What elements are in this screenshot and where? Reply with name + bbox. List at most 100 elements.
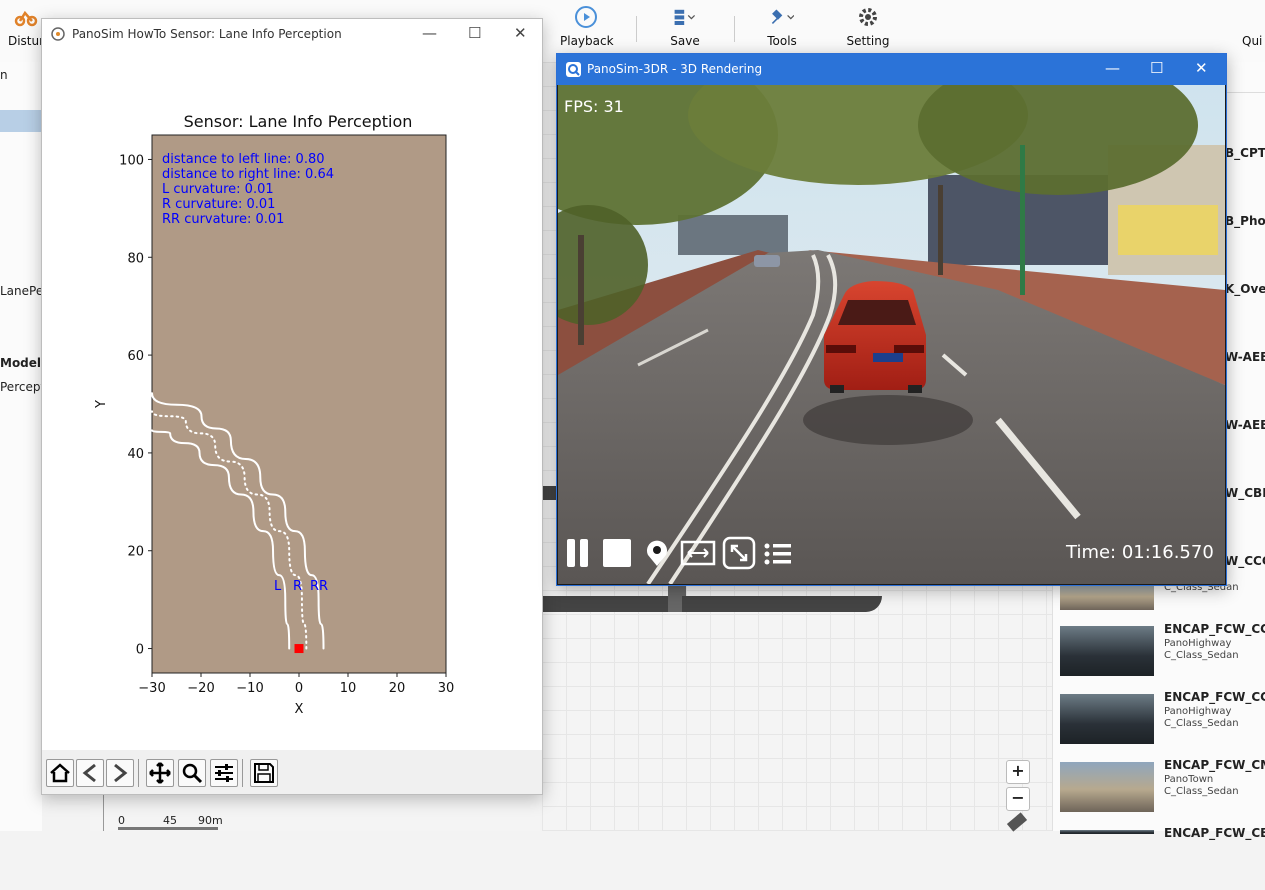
widescreen-icon: [680, 540, 716, 566]
playback-label: Playback: [560, 34, 614, 48]
fullscreen-button[interactable]: [722, 536, 756, 570]
scenario-thumbnail: [1060, 694, 1154, 744]
scenario-map: PanoTown: [1164, 774, 1214, 785]
driving-scene: [558, 85, 1225, 584]
quick-label: Qui: [1242, 34, 1263, 48]
scenario-truncated[interactable]: B_CPTA: [1225, 146, 1265, 160]
plot-window-title: PanoSim HowTo Sensor: Lane Info Percepti…: [72, 27, 342, 41]
fps-counter: FPS: 31: [564, 97, 624, 116]
toolbar-divider: [636, 16, 637, 42]
maximize-button[interactable]: ☐: [468, 24, 481, 42]
tools-button[interactable]: Tools: [756, 4, 808, 48]
location-button[interactable]: [644, 538, 670, 568]
distant-car: [754, 255, 780, 267]
zoom-out-button[interactable]: −: [1006, 787, 1030, 811]
left-panel-item[interactable]: n: [0, 68, 8, 82]
scenario-truncated[interactable]: W_CBL: [1225, 486, 1265, 500]
scenario-name: ENCAP_FCW_CMI: [1164, 758, 1265, 772]
chart-title: Sensor: Lane Info Perception: [184, 112, 413, 131]
toolbar-separator: [138, 759, 139, 787]
scale-area: 0 45 90m: [90, 793, 540, 831]
scenario-truncated[interactable]: W-AEB: [1225, 350, 1265, 364]
sliders-icon: [215, 764, 233, 782]
tree-trunk: [938, 185, 943, 275]
location-pin-icon: [647, 540, 667, 566]
scale-bar: [118, 827, 218, 830]
render-window: PanoSim-3DR - 3D Rendering — ☐ ✕ FPS: 31…: [556, 53, 1227, 586]
road-segment: [542, 596, 672, 612]
y-tick-label: 60: [127, 349, 144, 364]
pause-icon: [567, 539, 588, 567]
info-line: R curvature: 0.01: [162, 197, 275, 212]
disturbance-button[interactable]: Distur: [6, 4, 46, 48]
save-figure-button[interactable]: [250, 759, 278, 787]
x-tick-label: 20: [389, 681, 406, 696]
close-button[interactable]: ✕: [1195, 59, 1208, 77]
playback-button[interactable]: Playback: [560, 4, 614, 48]
save-button[interactable]: Save: [660, 4, 710, 48]
stop-button[interactable]: [602, 538, 632, 568]
lane-label-l: L: [274, 579, 282, 594]
road-segment: [682, 596, 882, 612]
y-tick-labels: 0 20 40 60 80 100: [119, 153, 152, 658]
database-icon: [674, 9, 696, 25]
scenario-truncated[interactable]: W-AEB: [1225, 418, 1265, 432]
plot-window: PanoSim HowTo Sensor: Lane Info Percepti…: [41, 18, 543, 795]
tree-trunk: [578, 235, 584, 345]
setting-label: Setting: [846, 34, 890, 48]
y-tick-label: 80: [127, 251, 144, 266]
configure-button[interactable]: [210, 759, 238, 787]
x-tick-label: −20: [187, 681, 214, 696]
lane-plot[interactable]: Sensor: Lane Info Perception distance to…: [42, 51, 542, 750]
scenario-item[interactable]: ENCAP_FCW_CMI PanoTown C_Class_Sedan: [1053, 756, 1265, 824]
menu-button[interactable]: [764, 542, 792, 566]
fullscreen-icon: [722, 536, 756, 570]
x-axis-label: X: [295, 702, 304, 717]
forward-button[interactable]: [106, 759, 134, 787]
pan-button[interactable]: [146, 759, 174, 787]
3d-viewport[interactable]: FPS: 31 Time: 01:16.570: [558, 85, 1225, 584]
playback-icon: [575, 6, 597, 28]
info-line: RR curvature: 0.01: [162, 212, 284, 227]
scenario-item[interactable]: ENCAP_FCW_CCR PanoHighway C_Class_Sedan: [1053, 620, 1265, 688]
y-tick-label: 100: [119, 153, 144, 168]
scenario-truncated[interactable]: B_Phos: [1225, 214, 1265, 228]
plot-window-titlebar[interactable]: PanoSim HowTo Sensor: Lane Info Percepti…: [42, 19, 542, 51]
x-tick-label: −10: [236, 681, 263, 696]
pause-button[interactable]: [566, 538, 590, 568]
home-button[interactable]: [46, 759, 74, 787]
disturbance-label: Distur: [7, 34, 45, 48]
scale-zero: 0: [118, 814, 125, 827]
scenario-item[interactable]: ENCAP_FCW_CBL: [1053, 822, 1265, 890]
scale-end: 90m: [198, 814, 223, 827]
left-panel-selected-item[interactable]: [0, 110, 42, 132]
scenario-name: ENCAP_FCW_CBL: [1164, 826, 1265, 840]
zoom-button[interactable]: [178, 759, 206, 787]
y-tick-label: 20: [127, 545, 144, 560]
minimize-button[interactable]: —: [422, 24, 437, 42]
x-tick-labels: −30 −20 −10 0 10 20 30: [138, 673, 454, 696]
close-button[interactable]: ✕: [514, 24, 527, 42]
maximize-button[interactable]: ☐: [1150, 59, 1163, 77]
x-tick-label: −30: [138, 681, 165, 696]
minimize-button[interactable]: —: [1105, 59, 1120, 77]
panosim-icon: [566, 62, 581, 77]
back-button[interactable]: [76, 759, 104, 787]
left-panel-item[interactable]: Percept: [0, 380, 45, 394]
render-window-titlebar[interactable]: PanoSim-3DR - 3D Rendering — ☐ ✕: [557, 54, 1226, 85]
lane-label-r: R: [293, 579, 302, 594]
scenario-item[interactable]: ENCAP_FCW_CCR PanoHighway C_Class_Sedan: [1053, 688, 1265, 756]
setting-button[interactable]: Setting: [842, 4, 894, 48]
list-icon: [764, 543, 791, 565]
car-rear-window: [838, 300, 916, 325]
scenario-map: PanoHighway: [1164, 638, 1232, 649]
tools-icon: [771, 9, 794, 24]
scenario-truncated[interactable]: K_Over: [1225, 282, 1265, 296]
gear-icon: [859, 8, 877, 26]
camera-view-button[interactable]: [680, 540, 716, 566]
zoom-in-button[interactable]: +: [1006, 760, 1030, 784]
render-window-title: PanoSim-3DR - 3D Rendering: [587, 62, 763, 76]
quick-button[interactable]: Qui: [1242, 34, 1265, 48]
ruler-icon[interactable]: [1006, 812, 1028, 832]
street-pole: [1020, 145, 1025, 295]
